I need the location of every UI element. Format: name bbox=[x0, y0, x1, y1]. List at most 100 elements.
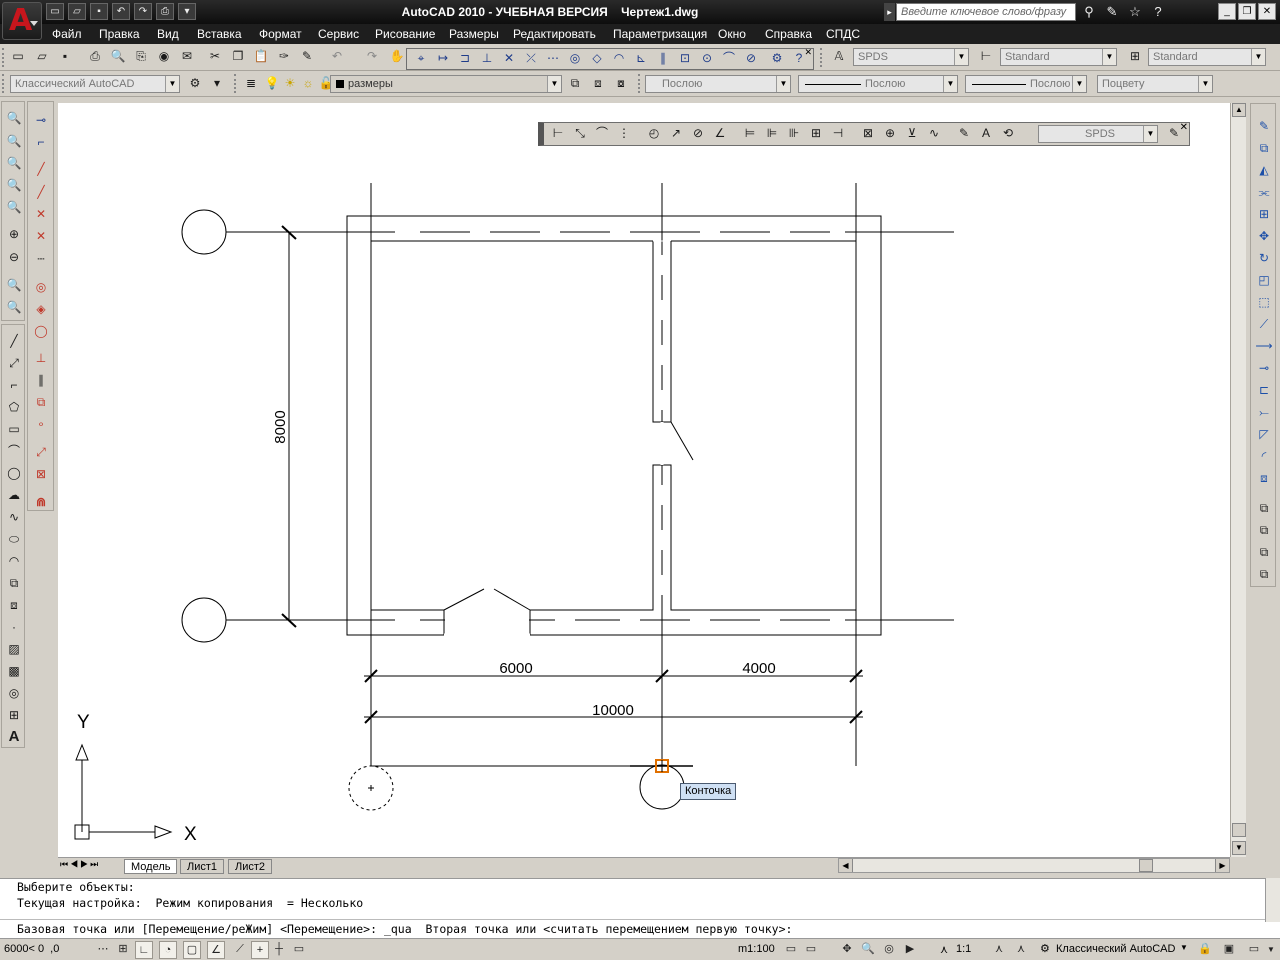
snap-perpendicular-icon[interactable]: ⊾ bbox=[631, 49, 651, 69]
apparent-intersect-icon[interactable]: ✕ bbox=[31, 226, 51, 246]
open-icon[interactable]: ▱ bbox=[32, 47, 52, 67]
paste-icon[interactable]: 📋 bbox=[251, 47, 271, 67]
etransmit-icon[interactable]: ✉ bbox=[177, 47, 197, 67]
lineweight-combo[interactable]: Послою ▼ bbox=[965, 75, 1087, 93]
spline-icon[interactable]: ∿ bbox=[4, 507, 24, 527]
quick-properties-icon[interactable]: ▭ bbox=[290, 941, 308, 959]
command-scrollbar[interactable] bbox=[1265, 878, 1280, 922]
nearest-icon[interactable]: ⤢ bbox=[31, 442, 51, 462]
dim-update-icon[interactable]: ⟲ bbox=[998, 124, 1018, 144]
toolbar-grip[interactable] bbox=[820, 48, 825, 67]
toolbar-grip[interactable] bbox=[2, 74, 7, 93]
scroll-left-icon[interactable]: ◀ bbox=[839, 859, 853, 872]
intersection-icon[interactable]: ✕ bbox=[31, 204, 51, 224]
workspace-settings-icon[interactable]: ⚙ bbox=[185, 74, 205, 94]
zoom-dynamic-icon[interactable]: 🔍 bbox=[4, 131, 24, 151]
dim-style-combo[interactable]: Standard ▼ bbox=[1000, 48, 1117, 66]
door-leaf-right[interactable] bbox=[493, 588, 531, 611]
scroll-up-icon[interactable]: ▲ bbox=[1232, 103, 1246, 117]
insert-block-icon[interactable]: ⧉ bbox=[4, 573, 24, 593]
open-file-icon[interactable]: ▱ bbox=[68, 3, 86, 20]
steeringwheel-icon[interactable]: ◎ bbox=[880, 941, 898, 959]
outer-wall[interactable] bbox=[346, 215, 882, 636]
horizontal-scroll-thumb[interactable] bbox=[1139, 859, 1153, 872]
menu-spds[interactable]: СПДС bbox=[826, 27, 860, 41]
hardware-accel-icon[interactable]: ▣ bbox=[1220, 941, 1238, 959]
insertion-icon[interactable]: ⧉ bbox=[31, 392, 51, 412]
dim-space-icon[interactable]: ⊞ bbox=[806, 124, 826, 144]
chamfer-icon[interactable]: ◸ bbox=[1254, 424, 1274, 444]
menu-parametric[interactable]: Параметризация bbox=[613, 27, 707, 41]
dim-diameter-icon[interactable]: ⊘ bbox=[688, 124, 708, 144]
jogged-linear-icon[interactable]: ∿ bbox=[924, 124, 944, 144]
menu-edit[interactable]: Правка bbox=[99, 27, 140, 41]
none-snap-icon[interactable]: ⊠ bbox=[31, 464, 51, 484]
snap-toolbar-close-icon[interactable]: ✕ bbox=[804, 47, 812, 58]
zoom-object-icon[interactable]: 🔍 bbox=[4, 197, 24, 217]
multiline-text-icon[interactable]: A bbox=[4, 727, 24, 747]
layer-previous-icon[interactable]: ⧈ bbox=[588, 74, 608, 94]
arc-icon[interactable]: ⌒ bbox=[4, 441, 24, 461]
snap-intersection-icon[interactable]: ✕ bbox=[499, 49, 519, 69]
dim-text-8000[interactable]: 8000 bbox=[272, 410, 289, 443]
endpoint-icon[interactable]: ╱ bbox=[31, 159, 51, 179]
undo-icon[interactable]: ↶ bbox=[112, 3, 130, 20]
isolate-objects-icon[interactable]: ▭ bbox=[1245, 941, 1263, 959]
dropdown-arrow-icon[interactable]: ▼ bbox=[943, 76, 957, 92]
object-snap-icon[interactable]: ▢ bbox=[183, 941, 201, 959]
line-icon[interactable]: ╱ bbox=[4, 331, 24, 351]
qnew-icon[interactable]: ▭ bbox=[8, 47, 28, 67]
annotation-scale-icon[interactable]: ⋏ bbox=[940, 943, 948, 956]
draw-order-under-icon[interactable]: ⧉ bbox=[1254, 564, 1274, 584]
undo-icon[interactable]: ↶ bbox=[327, 47, 347, 67]
table-style-icon[interactable]: ⊞ bbox=[1125, 47, 1145, 67]
temp-track-icon[interactable]: ⊸ bbox=[31, 110, 51, 130]
join-icon[interactable]: ⤚ bbox=[1254, 402, 1274, 422]
snap-tangent-icon[interactable]: ◠ bbox=[609, 49, 629, 69]
zoom-scale-icon[interactable]: 🔍 bbox=[4, 153, 24, 173]
zoom-out-icon[interactable]: ⊖ bbox=[4, 247, 24, 267]
snap-node-icon[interactable]: ⊙ bbox=[697, 49, 717, 69]
vertical-scrollbar[interactable]: ▲ ▼ bbox=[1230, 103, 1246, 857]
dim-edit-icon[interactable]: ✎ bbox=[954, 124, 974, 144]
vertical-scroll-thumb[interactable] bbox=[1232, 823, 1246, 837]
dropdown-arrow-icon[interactable]: ▼ bbox=[954, 49, 968, 65]
dim-style-icon[interactable]: ⊢ bbox=[976, 47, 996, 67]
snap-mode-icon[interactable]: ⋯ bbox=[94, 941, 112, 959]
application-menu-button[interactable]: A bbox=[2, 2, 42, 40]
zoom-window-icon[interactable]: 🔍 bbox=[4, 108, 24, 128]
dropdown-arrow-icon[interactable]: ▼ bbox=[1102, 49, 1116, 65]
trim-icon[interactable]: ⟋ bbox=[1254, 314, 1274, 334]
explode-icon[interactable]: ⧈ bbox=[1254, 468, 1274, 488]
menu-insert[interactable]: Вставка bbox=[197, 27, 242, 41]
layer-on-bulb-icon[interactable]: 💡 bbox=[262, 74, 282, 94]
workspace-combo[interactable]: Классический AutoCAD ▼ bbox=[10, 75, 180, 93]
drawing-canvas[interactable]: 8000 6000 4000 10000 Y X bbox=[58, 103, 1230, 857]
layer-viewport-freeze-icon[interactable]: ☼ bbox=[298, 74, 318, 94]
hatch-icon[interactable]: ▨ bbox=[4, 639, 24, 659]
inner-wall-right-room[interactable] bbox=[529, 240, 857, 635]
osnap-settings-icon[interactable]: ⚙ bbox=[767, 49, 787, 69]
menu-tools[interactable]: Сервис bbox=[318, 27, 359, 41]
plot-icon[interactable]: ⎙ bbox=[156, 3, 174, 20]
ellipse-arc-icon[interactable]: ◠ bbox=[4, 551, 24, 571]
toolbar-lock-icon[interactable]: 🔒 bbox=[1196, 941, 1214, 959]
array-icon[interactable]: ⊞ bbox=[1254, 204, 1274, 224]
drawing-area[interactable]: 8000 6000 4000 10000 Y X Конточка bbox=[58, 103, 1230, 857]
toolbar-grip[interactable] bbox=[2, 48, 7, 67]
dimension-toolbar-close-icon[interactable]: ✕ bbox=[1180, 122, 1188, 133]
rectangle-icon[interactable]: ▭ bbox=[4, 419, 24, 439]
snap-apparent-icon[interactable]: ⤫ bbox=[521, 49, 541, 69]
dim-text-10000[interactable]: 10000 bbox=[592, 702, 634, 719]
quadrant-icon[interactable]: ◈ bbox=[31, 299, 51, 319]
text-style-combo[interactable]: SPDS ▼ bbox=[853, 48, 969, 66]
statusbar-menu-icon[interactable]: ▼ bbox=[1262, 941, 1280, 959]
construction-line-icon[interactable]: ⤢ bbox=[4, 353, 24, 373]
cursor-coordinates[interactable]: 6000< 0 ,0 bbox=[4, 943, 59, 955]
workspace-save-icon[interactable]: ▾ bbox=[207, 74, 227, 94]
copy-object-icon[interactable]: ⧉ bbox=[1254, 138, 1274, 158]
dropdown-arrow-icon[interactable]: ▼ bbox=[165, 76, 179, 92]
door-jamb-left[interactable] bbox=[371, 609, 445, 635]
mirror-icon[interactable]: ◭ bbox=[1254, 160, 1274, 180]
extend-icon[interactable]: ⟶ bbox=[1254, 336, 1274, 356]
